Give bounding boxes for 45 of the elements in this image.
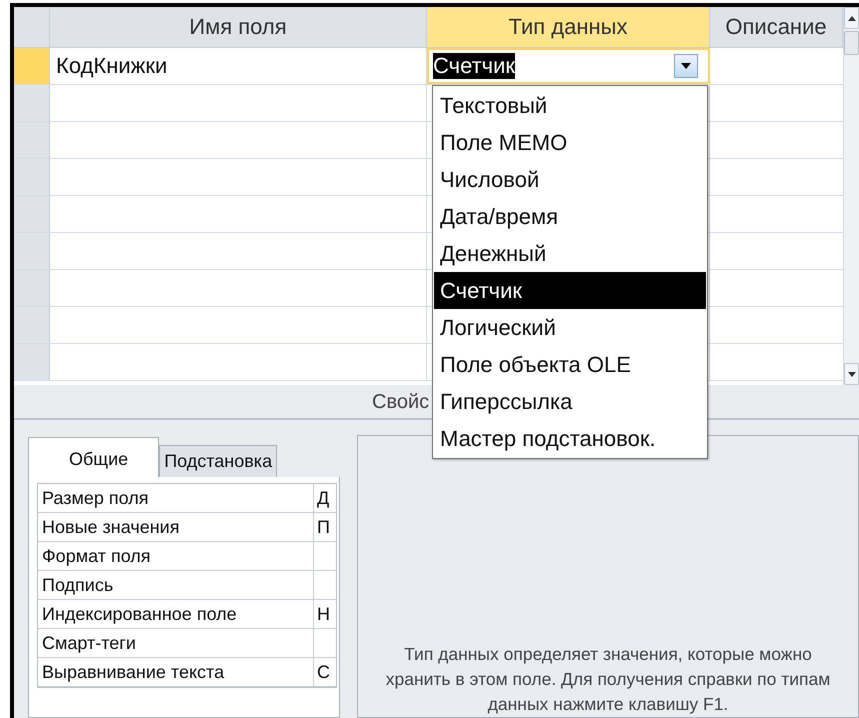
section-title: Свойс xyxy=(372,391,430,413)
property-label: Размер поля xyxy=(38,484,314,512)
type-combobox[interactable]: Счетчик xyxy=(427,48,710,84)
dropdown-option[interactable]: Текстовый xyxy=(434,87,706,124)
dropdown-option[interactable]: Числовой xyxy=(434,161,706,198)
property-value[interactable]: П xyxy=(314,513,336,541)
row-selector[interactable] xyxy=(14,196,50,232)
row-selector[interactable] xyxy=(14,344,50,380)
row-selector[interactable] xyxy=(14,270,50,306)
scrollbar-thumb[interactable] xyxy=(844,31,859,55)
property-value[interactable]: Д xyxy=(314,484,336,512)
down-arrow-icon xyxy=(848,372,856,376)
scroll-down-button[interactable] xyxy=(844,363,859,385)
dropdown-option[interactable]: Поле объекта OLE xyxy=(434,346,706,383)
up-arrow-icon xyxy=(848,16,856,20)
tab[interactable]: Подстановка xyxy=(159,445,278,477)
property-value[interactable]: Н xyxy=(314,600,336,628)
selected-text: Счетчик xyxy=(433,53,516,79)
dropdown-option[interactable]: Счетчик xyxy=(434,272,706,309)
dropdown-option[interactable]: Логический xyxy=(434,309,706,346)
row-selector[interactable] xyxy=(14,233,50,269)
help-text: Тип данных определяет значения, которые можно хранить в этом поле. Для получения справки по типам данных нажмите клавишу F1. xyxy=(384,643,832,716)
dropdown-option[interactable]: Денежный xyxy=(434,235,706,272)
row-selector[interactable] xyxy=(14,85,50,121)
property-label: Индексированное поле xyxy=(38,600,314,628)
property-label: Формат поля xyxy=(38,542,314,570)
row-selector[interactable] xyxy=(14,307,50,343)
dropdown-option[interactable]: Дата/время xyxy=(434,198,706,235)
property-label: Выравнивание текста xyxy=(38,658,314,686)
scroll-up-button[interactable] xyxy=(844,7,859,29)
property-label: Новые значения xyxy=(38,513,314,541)
column-header[interactable]: Тип данных xyxy=(427,7,710,47)
table-cell: КодКнижки xyxy=(50,48,427,84)
dropdown-option[interactable]: Поле МЕМО xyxy=(434,124,706,161)
row-selector[interactable] xyxy=(14,122,50,158)
property-label: Подпись xyxy=(38,571,314,599)
row-selector[interactable] xyxy=(14,48,50,84)
tab[interactable]: Общие xyxy=(28,437,160,477)
dropdown-button[interactable] xyxy=(674,54,698,78)
dropdown-option[interactable]: Мастер подстановок. xyxy=(434,420,706,457)
row-selector[interactable] xyxy=(14,159,50,195)
property-value[interactable]: С xyxy=(314,658,336,686)
caret-icon xyxy=(681,63,691,69)
dropdown-option[interactable]: Гиперссылка xyxy=(434,383,706,420)
property-label: Смарт-теги xyxy=(38,629,314,657)
